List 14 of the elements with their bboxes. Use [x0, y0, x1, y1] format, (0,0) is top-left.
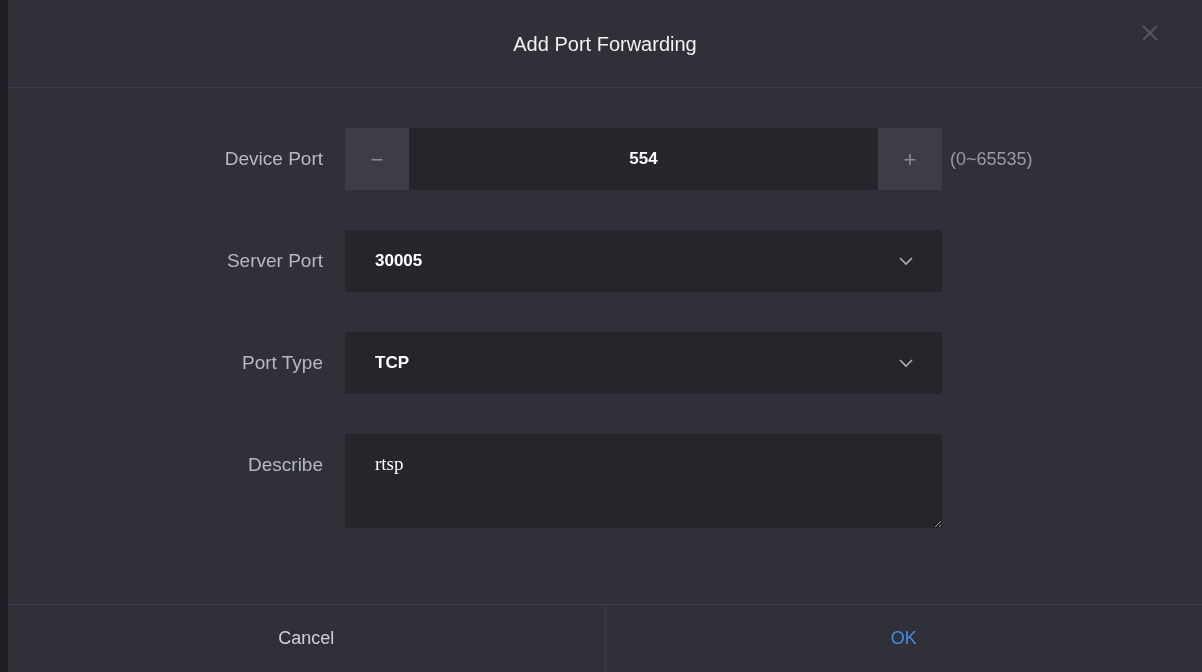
field-label: Device Port [223, 147, 324, 171]
range-hint: (0~65535) [949, 148, 1033, 171]
field-label: Port Type [241, 351, 324, 375]
chevron-down-icon [898, 256, 914, 266]
chevron-down-icon [898, 358, 914, 368]
dropdown-field[interactable]: 30005 [345, 230, 942, 292]
field-label: Server Port [225, 249, 324, 273]
dropdown-field[interactable]: TCP [345, 332, 942, 394]
cancel-button[interactable]: Cancel [8, 605, 605, 672]
dialog-title: Add Port Forwarding [513, 31, 697, 57]
stepper-value: 554 [628, 148, 659, 171]
text-area[interactable]: rtsp [345, 434, 942, 528]
field-label: Describe [247, 453, 324, 477]
ok-button[interactable]: OK [604, 605, 1202, 672]
